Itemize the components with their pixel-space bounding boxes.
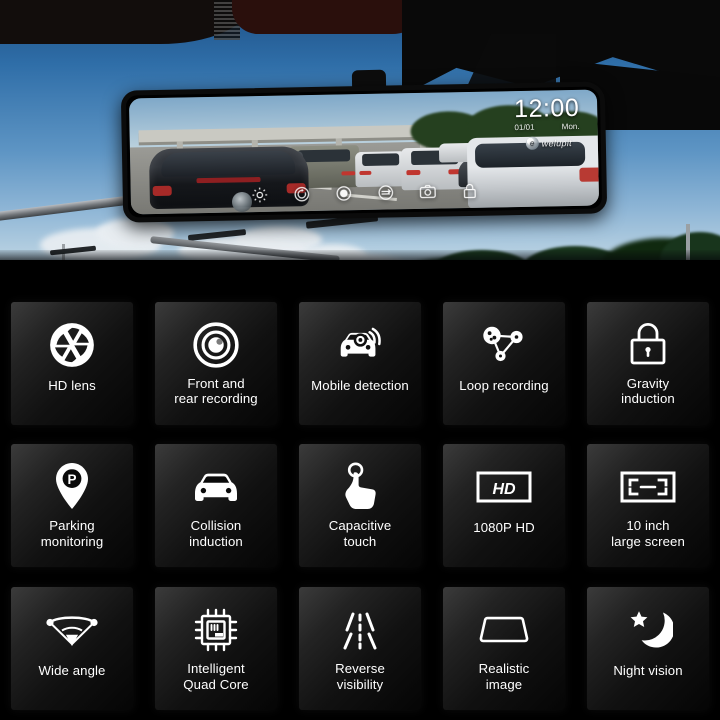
tail-light xyxy=(152,186,172,197)
brand-logo-text: welupit xyxy=(541,137,572,149)
feature-label-line1: Gravity xyxy=(626,375,670,391)
feature-label-line2: image xyxy=(485,676,523,692)
tail-light xyxy=(579,167,600,183)
brand-mark-icon: e xyxy=(525,136,539,150)
feature-label-line1: Realistic xyxy=(478,661,530,677)
record-circle-icon[interactable] xyxy=(334,183,354,203)
touch-hand-icon xyxy=(338,456,382,518)
feature-tile-reverse-visibility[interactable]: Reverse visibility xyxy=(299,587,421,711)
feature-tile-night-vision[interactable]: Night vision xyxy=(587,587,709,711)
feature-label-line2: touch xyxy=(343,533,377,549)
svg-text:P: P xyxy=(67,472,76,487)
feature-label-line1: Front and xyxy=(187,375,245,391)
clock-day: Mon. xyxy=(561,121,580,132)
swap-view-icon[interactable] xyxy=(376,182,396,202)
hd-badge-icon: HD xyxy=(475,456,533,518)
vehicle-window xyxy=(298,148,351,163)
vehicle-window xyxy=(361,153,400,166)
feature-label-line2: induction xyxy=(189,533,243,549)
product-infographic-page: 12:00 01/01 Mon. e welupit HD lens Front… xyxy=(0,0,720,720)
feature-label-line1: Collision xyxy=(190,518,242,534)
car-front-icon xyxy=(188,456,244,518)
feature-grid: HD lens Front and rear recording Mobile … xyxy=(0,292,720,720)
feature-label: Night vision xyxy=(613,663,683,679)
svg-text:HD: HD xyxy=(492,481,516,498)
fullscreen-frame-icon xyxy=(619,456,677,518)
moon-star-icon xyxy=(623,599,673,661)
rear-windshield xyxy=(161,149,296,177)
clock-time: 12:00 xyxy=(513,93,580,124)
settings-gear-icon[interactable] xyxy=(250,185,270,205)
dual-record-lens-icon xyxy=(191,314,241,376)
wide-angle-fan-icon xyxy=(44,599,100,661)
loop-belt-icon xyxy=(478,314,530,376)
parking-pin-icon: P xyxy=(51,456,93,518)
feature-label-line2: visibility xyxy=(336,676,384,692)
rearview-mirror-dashcam[interactable]: 12:00 01/01 Mon. e welupit xyxy=(120,81,608,223)
lock-icon[interactable] xyxy=(460,181,480,201)
feature-label: 1080P HD xyxy=(473,520,535,536)
feature-label: Mobile detection xyxy=(311,377,409,393)
aperture-icon xyxy=(47,314,97,376)
feature-tile-10-inch-large-screen[interactable]: 10 inch large screen xyxy=(587,444,709,568)
road-lanes-icon xyxy=(336,599,384,661)
dashboard-shadow xyxy=(0,260,720,292)
feature-tile-intelligent-quad-core[interactable]: Intelligent Quad Core xyxy=(155,587,277,711)
hero-photo: 12:00 01/01 Mon. e welupit xyxy=(0,0,720,292)
feature-tile-mobile-detection[interactable]: Mobile detection xyxy=(299,301,421,425)
feature-label-line2: induction xyxy=(621,391,675,407)
camera-snapshot-icon[interactable] xyxy=(418,182,438,202)
clock-date: 01/01 xyxy=(514,122,535,133)
mirror-shape-icon xyxy=(475,599,533,661)
feature-label-line2: monitoring xyxy=(40,533,104,549)
lock-icon xyxy=(626,314,670,376)
feature-tile-loop-recording[interactable]: Loop recording xyxy=(443,301,565,425)
car-motion-detect-icon xyxy=(333,314,387,376)
feature-tile-wide-angle[interactable]: Wide angle xyxy=(11,587,133,711)
feature-tile-collision-induction[interactable]: Collision induction xyxy=(155,444,277,568)
feature-label-line1: Reverse xyxy=(335,661,385,677)
rotate-refresh-icon[interactable] xyxy=(292,184,312,204)
feature-label-line1: Parking xyxy=(49,518,95,534)
feature-tile-realistic-image[interactable]: Realistic image xyxy=(443,587,565,711)
feature-label-line1: Intelligent xyxy=(187,661,245,677)
feature-label: Wide angle xyxy=(38,663,106,679)
brake-light xyxy=(196,177,261,184)
cpu-chip-icon xyxy=(191,599,241,661)
brake-light xyxy=(406,169,421,176)
brand-logo: e welupit xyxy=(525,136,572,150)
brake-light xyxy=(340,170,356,176)
feature-label-line2: rear recording xyxy=(174,391,258,407)
feature-tile-front-rear-recording[interactable]: Front and rear recording xyxy=(155,301,277,425)
feature-label-line1: Capacitive xyxy=(328,518,392,534)
brake-light xyxy=(359,170,372,176)
feature-tile-parking-monitoring[interactable]: P Parking monitoring xyxy=(11,444,133,568)
clock-overlay: 12:00 01/01 Mon. xyxy=(513,93,580,133)
feature-label-line1: 10 inch xyxy=(626,518,670,534)
feature-label: HD lens xyxy=(48,377,96,393)
feature-tile-gravity-induction[interactable]: Gravity induction xyxy=(587,301,709,425)
feature-tile-1080p-hd[interactable]: HD 1080P HD xyxy=(443,444,565,568)
dashcam-lens xyxy=(232,192,252,212)
feature-label-line2: Quad Core xyxy=(183,676,249,692)
feature-tile-capacitive-touch[interactable]: Capacitive touch xyxy=(299,444,421,568)
feature-label: Loop recording xyxy=(459,377,549,393)
mirror-screen[interactable]: 12:00 01/01 Mon. e welupit xyxy=(128,89,600,215)
feature-tile-hd-lens[interactable]: HD lens xyxy=(11,301,133,425)
feature-label-line2: large screen xyxy=(611,533,685,549)
